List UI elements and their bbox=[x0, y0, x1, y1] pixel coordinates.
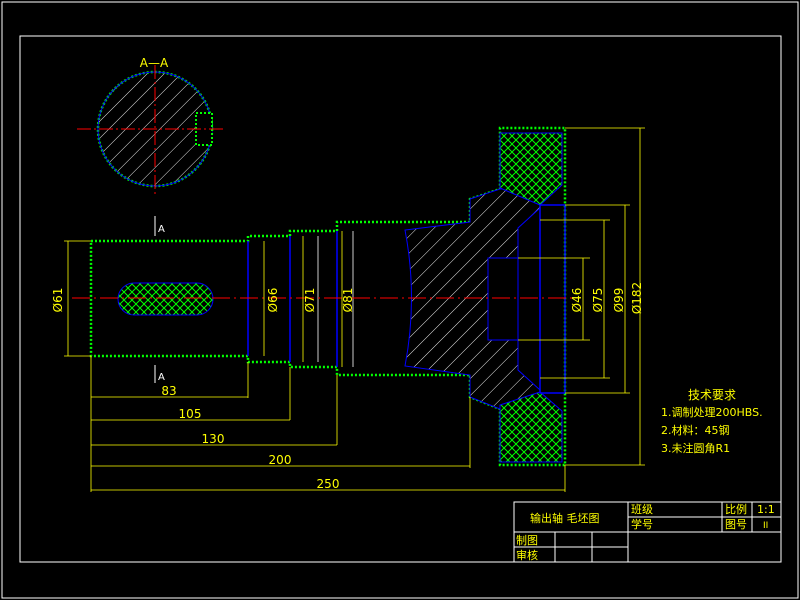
checked-by-label: 审核 bbox=[516, 548, 538, 562]
tech-note-1: 1.调制处理200HBS. bbox=[661, 406, 763, 419]
keyway bbox=[117, 282, 214, 316]
part-name: 输出轴 毛坯图 bbox=[530, 511, 600, 525]
technical-notes: 技术要求 1.调制处理200HBS. 2.材料：45钢 3.未注圆角R1 bbox=[661, 388, 763, 455]
bore-outline bbox=[487, 257, 519, 341]
tech-note-3: 3.未注圆角R1 bbox=[661, 441, 730, 455]
flange-bottom-section bbox=[499, 391, 563, 463]
dim-d66: Ø66 bbox=[266, 288, 280, 313]
drawing-no-label: 图号 bbox=[725, 518, 747, 531]
drawn-by-label: 制图 bbox=[516, 534, 538, 547]
cad-drawing: A—A A A Ø61 Ø66 Ø71 Ø81 Ø46 Ø75 Ø99 Ø182… bbox=[1, 1, 799, 599]
dim-l83: 83 bbox=[161, 384, 176, 398]
dim-d46: Ø46 bbox=[570, 288, 584, 313]
class-label: 班级 bbox=[631, 503, 653, 516]
dim-d182: Ø182 bbox=[630, 282, 644, 314]
dim-l130: 130 bbox=[202, 432, 225, 446]
length-labels: 83 105 130 200 250 bbox=[161, 384, 339, 491]
tech-notes-title: 技术要求 bbox=[688, 388, 736, 402]
dim-d75: Ø75 bbox=[591, 288, 605, 313]
dim-l105: 105 bbox=[179, 407, 202, 421]
section-view-label: A—A bbox=[140, 56, 169, 70]
cut-mark-bottom-label: A bbox=[158, 372, 165, 383]
dim-d71: Ø71 bbox=[303, 288, 317, 313]
cut-mark-top-label: A bbox=[158, 224, 165, 235]
scale-label: 比例 bbox=[725, 502, 747, 516]
dim-d99: Ø99 bbox=[612, 288, 626, 313]
student-id-label: 学号 bbox=[631, 517, 653, 531]
drawing-no-value: II bbox=[763, 521, 768, 531]
dim-l250: 250 bbox=[317, 477, 340, 491]
section-view-a-a: A—A bbox=[77, 56, 225, 195]
tech-note-2: 2.材料：45钢 bbox=[661, 423, 730, 437]
scale-value: 1:1 bbox=[757, 503, 775, 516]
dim-l200: 200 bbox=[269, 453, 292, 467]
dim-d61: Ø61 bbox=[51, 288, 65, 313]
dim-d81: Ø81 bbox=[341, 288, 355, 313]
